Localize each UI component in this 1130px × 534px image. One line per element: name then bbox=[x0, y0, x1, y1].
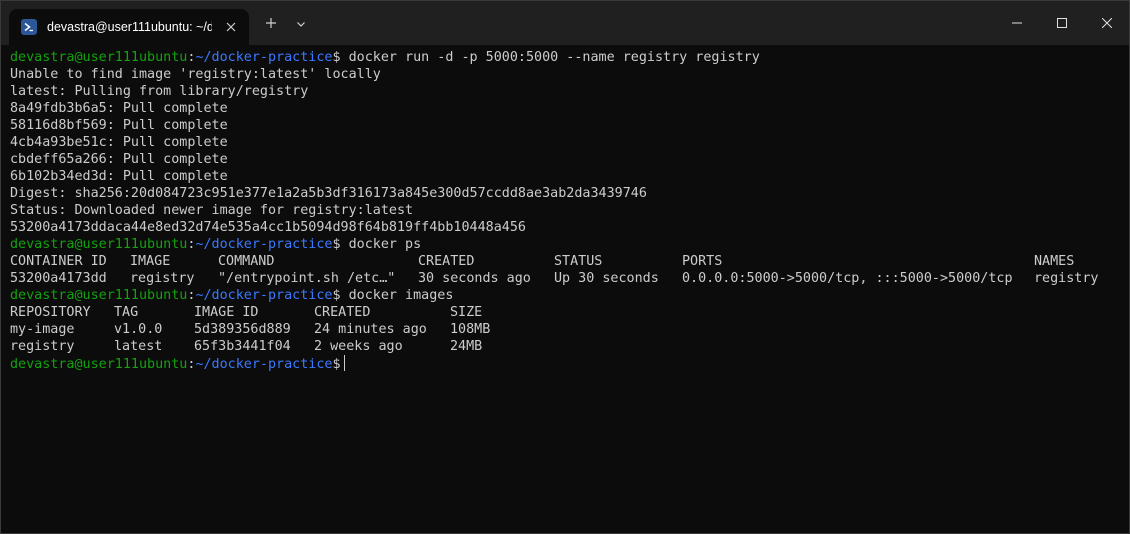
output-line: cbdeff65a266: Pull complete bbox=[10, 152, 228, 167]
ps-header-cell: NAMES bbox=[1034, 254, 1075, 269]
minimize-icon bbox=[1011, 13, 1022, 32]
ps-cell: 30 seconds ago bbox=[418, 271, 531, 286]
output-line: Status: Downloaded newer image for regis… bbox=[10, 203, 414, 218]
ps-cell: "/entrypoint.sh /etc…" bbox=[218, 271, 396, 286]
maximize-button[interactable] bbox=[1039, 1, 1084, 43]
command-line: devastra@user111ubuntu:~/docker-practice… bbox=[10, 355, 1129, 372]
images-cell: 24MB bbox=[450, 339, 483, 354]
output-line: Digest: sha256:20d084723c951e377e1a2a5b3… bbox=[10, 186, 647, 201]
terminal-output[interactable]: devastra@user111ubuntu:~/docker-practice… bbox=[1, 45, 1129, 533]
prompt-user-host: devastra@user111ubuntu bbox=[10, 237, 188, 252]
images-header-cell: TAG bbox=[114, 305, 139, 320]
command-line: devastra@user111ubuntu:~/docker-practice… bbox=[10, 49, 1129, 66]
prompt-user-host: devastra@user111ubuntu bbox=[10, 50, 188, 65]
powershell-icon bbox=[21, 19, 37, 35]
ps-header-cell: CREATED bbox=[418, 254, 475, 269]
output-line: 53200a4173ddaca44e8ed32d74e535a4cc1b5094… bbox=[10, 220, 526, 235]
tab-close-icon[interactable] bbox=[221, 17, 241, 37]
maximize-icon bbox=[1056, 13, 1067, 32]
ps-cell: 53200a4173dd bbox=[10, 271, 107, 286]
close-icon bbox=[1101, 13, 1112, 32]
prompt-user-host: devastra@user111ubuntu bbox=[10, 357, 188, 372]
output-line: 58116d8bf569: Pull complete bbox=[10, 118, 228, 133]
command-line: devastra@user111ubuntu:~/docker-practice… bbox=[10, 236, 1129, 253]
images-cell: 108MB bbox=[450, 322, 491, 337]
prompt-symbol: $ bbox=[332, 288, 341, 303]
images-cell: my-image bbox=[10, 322, 75, 337]
tab-title: devastra@user111ubuntu: ~/dc bbox=[47, 20, 212, 34]
images-header-cell: SIZE bbox=[450, 305, 483, 320]
output-line: latest: Pulling from library/registry bbox=[10, 84, 309, 99]
images-header-row: REPOSITORY TAG IMAGE ID CREATED SIZE bbox=[10, 304, 1129, 321]
new-tab-button[interactable] bbox=[257, 9, 285, 37]
images-header-cell: IMAGE ID bbox=[194, 305, 259, 320]
minimize-button[interactable] bbox=[994, 1, 1039, 43]
ps-cell: registry bbox=[130, 271, 195, 286]
output-line: 4cb4a93be51c: Pull complete bbox=[10, 135, 228, 150]
prompt-user-host: devastra@user111ubuntu bbox=[10, 288, 188, 303]
ps-cell: registry bbox=[1034, 271, 1099, 286]
prompt-path: ~/docker-practice bbox=[195, 288, 333, 303]
ps-header-cell: COMMAND bbox=[218, 254, 275, 269]
ps-header-cell: STATUS bbox=[554, 254, 603, 269]
prompt-symbol: $ bbox=[332, 357, 341, 372]
images-cell: latest bbox=[114, 339, 163, 354]
ps-header-cell: PORTS bbox=[682, 254, 723, 269]
ps-header-cell: IMAGE bbox=[130, 254, 171, 269]
images-header-cell: CREATED bbox=[314, 305, 371, 320]
output-line: 6b102b34ed3d: Pull complete bbox=[10, 169, 228, 184]
tab-dropdown-button[interactable] bbox=[287, 9, 315, 37]
tab-terminal[interactable]: devastra@user111ubuntu: ~/dc bbox=[9, 9, 249, 45]
close-button[interactable] bbox=[1084, 1, 1129, 43]
text-cursor bbox=[343, 355, 345, 371]
images-cell: 5d389356d889 bbox=[194, 322, 291, 337]
images-cell: 65f3b3441f04 bbox=[194, 339, 291, 354]
ps-cell: 0.0.0.0:5000->5000/tcp, :::5000->5000/tc… bbox=[682, 271, 1013, 286]
output-line: 8a49fdb3b6a5: Pull complete bbox=[10, 101, 228, 116]
command-text: docker images bbox=[340, 288, 454, 303]
images-header-cell: REPOSITORY bbox=[10, 305, 91, 320]
images-row: registry latest 65f3b3441f04 2 weeks ago… bbox=[10, 338, 1129, 355]
images-cell: registry bbox=[10, 339, 75, 354]
command-text: docker ps bbox=[340, 237, 422, 252]
prompt-path: ~/docker-practice bbox=[195, 50, 333, 65]
prompt-symbol: $ bbox=[332, 237, 341, 252]
prompt-path: ~/docker-practice bbox=[195, 357, 333, 372]
ps-cell: Up 30 seconds bbox=[554, 271, 659, 286]
prompt-symbol: $ bbox=[332, 50, 341, 65]
command-line: devastra@user111ubuntu:~/docker-practice… bbox=[10, 287, 1129, 304]
output-line: Unable to find image 'registry:latest' l… bbox=[10, 67, 381, 82]
terminal-window: devastra@user111ubuntu: ~/dc devastra@us… bbox=[0, 0, 1130, 534]
images-cell: 2 weeks ago bbox=[314, 339, 403, 354]
plus-icon bbox=[265, 14, 277, 33]
images-cell: 24 minutes ago bbox=[314, 322, 427, 337]
ps-header-cell: CONTAINER ID bbox=[10, 254, 107, 269]
images-row: my-image v1.0.0 5d389356d889 24 minutes … bbox=[10, 321, 1129, 338]
prompt-path: ~/docker-practice bbox=[195, 237, 333, 252]
chevron-down-icon bbox=[296, 14, 306, 33]
images-cell: v1.0.0 bbox=[114, 322, 163, 337]
ps-row: 53200a4173dd registry "/entrypoint.sh /e… bbox=[10, 270, 1129, 287]
ps-header-row: CONTAINER ID IMAGE COMMAND CREATED STATU… bbox=[10, 253, 1129, 270]
command-text: docker run -d -p 5000:5000 --name regist… bbox=[340, 50, 760, 65]
title-bar: devastra@user111ubuntu: ~/dc bbox=[1, 1, 1129, 45]
